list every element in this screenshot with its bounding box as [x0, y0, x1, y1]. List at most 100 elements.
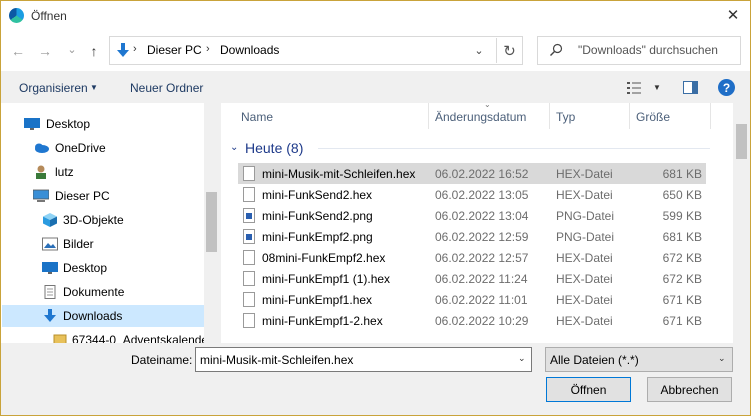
sidebar-item-3d-objekte[interactable]: 3D-Objekte: [2, 209, 204, 231]
sidebar-item-dokumente[interactable]: Dokumente: [2, 281, 204, 303]
file-name: mini-FunkEmpf2.png: [262, 230, 373, 244]
breadcrumb-downloads[interactable]: Downloads: [220, 43, 279, 57]
file-row[interactable]: mini-FunkEmpf1 (1).hex 06.02.2022 11:24 …: [238, 268, 706, 289]
file-name: mini-Musik-mit-Schleifen.hex: [262, 167, 416, 181]
file-name: mini-FunkSend2.png: [262, 209, 373, 223]
breadcrumb-separator-icon[interactable]: ›: [206, 43, 210, 55]
file-name: 08mini-FunkEmpf2.hex: [262, 251, 386, 265]
png-file-icon: [243, 229, 255, 244]
breadcrumb-separator-icon[interactable]: ›: [133, 43, 137, 55]
sidebar-item-label: Desktop: [46, 117, 91, 131]
onedrive-icon: [35, 143, 49, 153]
file-name: mini-FunkEmpf1-2.hex: [262, 314, 383, 328]
breadcrumb-dieser-pc[interactable]: Dieser PC: [147, 43, 202, 57]
cancel-button[interactable]: Abbrechen: [647, 377, 732, 402]
caret-down-icon[interactable]: ▼: [90, 83, 98, 92]
file-type: HEX-Datei: [556, 272, 613, 286]
filename-label: Dateiname:: [131, 353, 193, 367]
group-collapse-chevron-icon[interactable]: ⌄: [230, 142, 238, 153]
filter-dropdown-icon[interactable]: ⌄: [718, 353, 726, 364]
sidebar-item-downloads[interactable]: Downloads: [2, 305, 204, 327]
up-arrow-icon[interactable]: ↑: [84, 41, 104, 61]
file-date: 06.02.2022 10:29: [435, 314, 529, 328]
hex-file-icon: [243, 250, 255, 265]
title-bar: [1, 1, 750, 31]
file-row[interactable]: mini-FunkEmpf1-2.hex 06.02.2022 10:29 HE…: [238, 310, 706, 331]
address-dropdown-icon[interactable]: ⌄: [464, 38, 494, 63]
hex-file-icon: [243, 313, 255, 328]
view-options-icon[interactable]: [627, 81, 643, 95]
column-divider[interactable]: [710, 103, 711, 129]
navigation-pane: Desktop OneDrive lutz Dieser PC 3D-Objek…: [1, 103, 219, 343]
close-button[interactable]: ✕: [720, 4, 746, 26]
file-row[interactable]: mini-FunkSend2.hex 06.02.2022 13:05 HEX-…: [238, 184, 706, 205]
file-row[interactable]: mini-Musik-mit-Schleifen.hex 06.02.2022 …: [238, 163, 706, 184]
sidebar-item-bilder[interactable]: Bilder: [2, 233, 204, 255]
column-header-name[interactable]: Name: [241, 110, 273, 124]
file-type: HEX-Datei: [556, 188, 613, 202]
help-icon[interactable]: ?: [718, 79, 735, 96]
file-date: 06.02.2022 12:59: [435, 230, 529, 244]
recent-locations-chevron-icon[interactable]: ⌄: [62, 39, 82, 59]
sidebar-item-dieser-pc[interactable]: Dieser PC: [2, 185, 204, 207]
column-divider[interactable]: [629, 103, 630, 129]
sidebar-item-adventskalender[interactable]: 67344-0_Adventskalender: [2, 329, 212, 343]
sidebar-item-onedrive[interactable]: OneDrive: [2, 137, 204, 159]
folder-icon: [53, 334, 67, 343]
column-header-date[interactable]: Änderungsdatum: [435, 110, 526, 124]
group-header[interactable]: Heute (8): [245, 140, 303, 156]
file-row[interactable]: 08mini-FunkEmpf2.hex 06.02.2022 12:57 HE…: [238, 247, 706, 268]
open-button[interactable]: Öffnen: [546, 377, 631, 402]
file-size: 672 KB: [662, 272, 702, 286]
new-folder-button[interactable]: Neuer Ordner: [130, 81, 203, 95]
sidebar-item-desktop-pc[interactable]: Desktop: [2, 257, 204, 279]
sort-indicator-icon: ⌄: [484, 100, 491, 109]
file-type: HEX-Datei: [556, 293, 613, 307]
sidebar-item-label: Bilder: [63, 237, 94, 251]
column-header-size[interactable]: Größe: [636, 110, 670, 124]
hex-file-icon: [243, 271, 255, 286]
file-size: 599 KB: [662, 209, 702, 223]
refresh-icon[interactable]: ↻: [496, 38, 522, 63]
organize-button[interactable]: Organisieren: [19, 81, 88, 95]
file-date: 06.02.2022 12:57: [435, 251, 529, 265]
file-type: HEX-Datei: [556, 167, 613, 181]
file-size: 671 KB: [662, 314, 702, 328]
sidebar-item-label: 3D-Objekte: [63, 213, 124, 227]
file-row[interactable]: mini-FunkSend2.png 06.02.2022 13:04 PNG-…: [238, 205, 706, 226]
sidebar-item-label: Desktop: [63, 261, 108, 275]
file-size: 681 KB: [662, 167, 702, 181]
view-caret-icon[interactable]: ▼: [653, 83, 661, 92]
column-divider[interactable]: [549, 103, 550, 129]
filename-dropdown-icon[interactable]: ⌄: [518, 353, 526, 364]
navigation-scrollbar-thumb[interactable]: [206, 192, 217, 252]
file-name: mini-FunkEmpf1.hex: [262, 293, 373, 307]
forward-arrow-icon[interactable]: →: [35, 41, 55, 61]
filename-input[interactable]: [195, 347, 532, 372]
group-divider: [318, 148, 710, 149]
file-type: PNG-Datei: [556, 209, 615, 223]
user-icon: [36, 165, 46, 179]
desktop-icon: [42, 262, 58, 274]
file-row[interactable]: mini-FunkEmpf2.png 06.02.2022 12:59 PNG-…: [238, 226, 706, 247]
back-arrow-icon[interactable]: ←: [8, 41, 28, 61]
file-type: HEX-Datei: [556, 314, 613, 328]
sidebar-item-label: Downloads: [63, 309, 123, 323]
preview-pane-icon[interactable]: [683, 81, 698, 94]
sidebar-item-label: OneDrive: [55, 141, 106, 155]
sidebar-item-label: 67344-0_Adventskalender: [72, 333, 213, 343]
file-list-scrollbar-thumb[interactable]: [736, 124, 747, 159]
desktop-icon: [24, 118, 40, 130]
file-date: 06.02.2022 16:52: [435, 167, 529, 181]
hex-file-icon: [243, 187, 255, 202]
column-header-type[interactable]: Typ: [556, 110, 575, 124]
3d-objects-icon: [43, 213, 57, 227]
file-type: HEX-Datei: [556, 251, 613, 265]
file-row[interactable]: mini-FunkEmpf1.hex 06.02.2022 11:01 HEX-…: [238, 289, 706, 310]
file-size: 650 KB: [662, 188, 702, 202]
sidebar-item-desktop[interactable]: Desktop: [2, 113, 204, 135]
pc-icon: [33, 189, 49, 202]
hex-file-icon: [243, 292, 255, 307]
column-divider[interactable]: [428, 103, 429, 129]
sidebar-item-lutz[interactable]: lutz: [2, 161, 204, 183]
